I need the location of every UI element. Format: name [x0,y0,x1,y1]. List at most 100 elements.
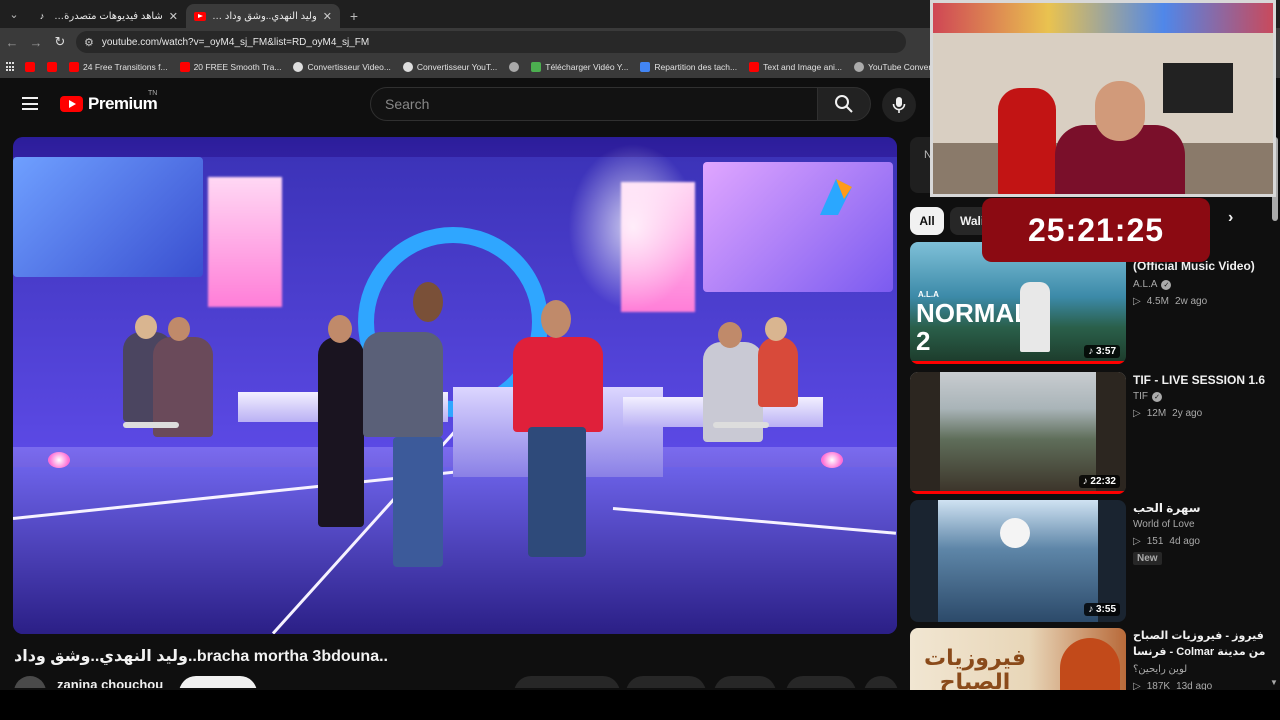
channel-name[interactable]: zanina chouchou [57,677,163,688]
close-tab-icon[interactable]: ✕ [169,10,178,23]
page-scrollbar[interactable] [1272,137,1278,690]
verified-check-icon: ✓ [1161,279,1172,290]
recommendation-item[interactable]: ♪ 22:32 TIF - LIVE SESSION 1.6 TIF ✓ ▷ 1… [910,372,1274,494]
microphone-icon [892,97,906,113]
duration-badge: ♪ 3:55 [1084,603,1120,616]
recommendation-title[interactable]: سهرة الحب [1133,500,1273,516]
close-tab-icon[interactable]: ✕ [323,10,332,23]
bookmark-item[interactable]: 24 Free Transitions f... [66,62,171,72]
search-icon [835,95,853,113]
subscribe-button[interactable] [179,676,257,688]
bookmark-item[interactable]: Repartition des tach... [637,62,740,72]
recommendation-channel[interactable]: TIF ✓ [1133,391,1162,402]
video-thumbnail[interactable]: ♪ 22:32 [910,372,1126,494]
logo-text: Premium [88,94,158,113]
menu-icon[interactable] [22,97,38,110]
video-frame-screen [13,157,203,277]
video-frame-head [541,300,571,338]
video-frame-light [821,452,843,468]
bookmark-label: 20 FREE Smooth Tra... [193,62,282,72]
recommendation-channel[interactable]: لوين رايحين؟ [1133,664,1187,675]
upload-age: 13d ago [1176,681,1213,690]
thumb-title-text: A.L.A NORMAL 2 [910,290,1030,355]
site-info-icon[interactable]: ⚙ [84,36,94,49]
share-button[interactable] [626,676,706,688]
video-frame-person [528,427,586,557]
address-bar[interactable]: ⚙ youtube.com/watch?v=_oyM4_sj_FM&list=R… [76,31,906,53]
browser-tab-2[interactable]: وليد النهدي..وشق وداد (3) - YouTube ✕ [186,4,340,28]
back-arrow-icon[interactable]: ← [0,30,24,54]
upload-age: 2w ago [1174,296,1208,307]
remix-button[interactable] [714,676,776,688]
search-input[interactable]: Search [370,87,818,121]
video-frame-head [135,315,157,339]
thumb-figure [1060,638,1120,690]
apps-grid-icon[interactable] [6,62,16,72]
bookmark-item[interactable]: Convertisseur YouT... [400,62,500,72]
bookmark-item[interactable]: Text and Image ani... [746,62,845,72]
save-button[interactable] [786,676,856,688]
channel-label: TIF [1133,391,1148,402]
like-dislike-button[interactable] [514,676,620,688]
youtube-icon [25,62,35,72]
thumb-figure [910,372,940,494]
channel-label: A.L.A [1133,279,1158,290]
forward-arrow-icon[interactable]: → [24,30,48,54]
reload-icon[interactable]: ↻ [48,30,72,54]
video-frame-person [758,337,798,407]
bookmark-item[interactable]: Télécharger Vidéo Y... [528,62,631,72]
search-button[interactable] [817,87,871,121]
taskbar-area [0,690,1280,720]
duration-badge: ♪ 22:32 [1078,475,1120,488]
globe-icon [509,62,520,72]
bookmark-item[interactable] [22,62,38,72]
video-frame-person [393,437,443,567]
search-placeholder: Search [385,96,430,112]
video-frame-light [48,452,70,468]
channel-label: World of Love [1133,519,1195,530]
tab-search-chevron-icon[interactable]: ⌄ [0,0,28,28]
recommendation-meta: ▷ 151 4d ago [1133,536,1200,547]
channel-watermark-logo [820,179,852,215]
browser-tab-1[interactable]: ♪ شاهد فيديوهات متصدرة (99+) ✕ [28,4,186,28]
recommendation-item[interactable]: ♪ 3:55 سهرة الحب World of Love ▷ 151 4d … [910,500,1274,622]
video-frame-head [413,282,443,322]
bookmark-item[interactable] [506,62,522,72]
tab-title: وليد النهدي..وشق وداد (3) - YouTube [212,10,317,22]
chip-all[interactable]: All [910,207,944,235]
youtube-play-icon [60,96,83,112]
video-thumbnail[interactable]: ♪ 3:55 [910,500,1126,622]
recommendation-item[interactable]: فيروزيات الصباح فيروز - فيروزيات الصباح … [910,628,1274,690]
bookmark-label: Convertisseur Video... [307,62,391,72]
voice-search-button[interactable] [882,88,916,122]
more-actions-button[interactable] [864,676,898,688]
docs-icon [640,62,651,72]
recommendation-title[interactable]: TIF - LIVE SESSION 1.6 [1133,372,1273,388]
duration-text: 22:32 [1090,476,1116,487]
watch-progress-bar [910,361,1126,364]
video-frame-stool [713,422,769,428]
video-player[interactable] [13,137,897,634]
new-tab-button[interactable]: + [340,4,368,28]
video-frame-head [168,317,190,341]
duration-text: 3:57 [1095,346,1116,357]
bookmark-item[interactable] [44,62,60,72]
webcam-monitor [1163,63,1233,113]
recommendation-title[interactable]: فيروز - فيروزيات الصباح من مدينة Colmar … [1133,628,1273,660]
webcam-gaming-chair [998,88,1056,194]
channel-avatar[interactable] [14,676,46,688]
chevron-right-icon[interactable]: › [1228,209,1233,227]
video-frame-smoke [563,137,703,317]
bookmark-item[interactable]: 20 FREE Smooth Tra... [177,62,285,72]
bookmark-item[interactable]: Convertisseur Video... [290,62,393,72]
youtube-premium-logo[interactable]: Premium [60,94,158,114]
video-thumbnail[interactable]: فيروزيات الصباح [910,628,1126,690]
recommendation-channel[interactable]: A.L.A ✓ [1133,279,1172,290]
views-count: 12M [1146,408,1167,419]
youtube-icon [47,62,57,72]
recommendation-channel[interactable]: World of Love [1133,519,1195,530]
views-count: 187K [1146,681,1171,690]
scroll-down-arrow-icon[interactable]: ▼ [1270,678,1278,687]
upload-age: 2y ago [1172,408,1203,419]
chrome-icon [293,62,304,72]
